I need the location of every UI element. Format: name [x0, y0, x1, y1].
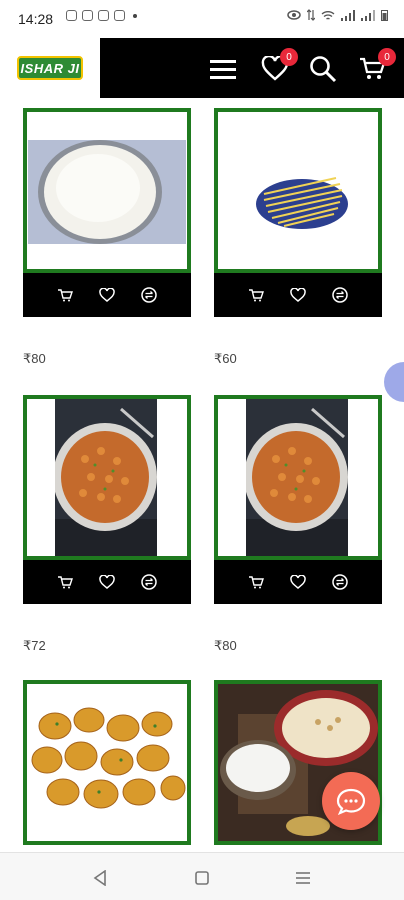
- roasted-potatoes-image: [31, 707, 186, 809]
- add-to-wishlist-button[interactable]: [98, 573, 116, 591]
- compare-icon: [141, 574, 157, 590]
- compare-icon: [332, 287, 348, 303]
- instagram-icon: [82, 10, 93, 21]
- add-to-cart-icon: [58, 576, 73, 589]
- product-image-frame[interactable]: [214, 108, 382, 273]
- product-price: ₹72: [23, 638, 46, 653]
- menu-button[interactable]: [206, 52, 240, 86]
- product-image-frame[interactable]: [23, 395, 191, 560]
- more-dot-icon: [133, 13, 137, 18]
- compare-button[interactable]: [331, 573, 349, 591]
- product-actions: [214, 560, 382, 604]
- add-to-cart-button[interactable]: [56, 286, 74, 304]
- signal-icon: [361, 9, 375, 21]
- product-image-frame[interactable]: [23, 108, 191, 273]
- wishlist-button[interactable]: 0: [258, 48, 298, 86]
- status-bar: 14:28: [0, 0, 404, 38]
- product-price: ₹60: [214, 351, 237, 366]
- compare-icon: [332, 574, 348, 590]
- product-image[interactable]: [27, 698, 187, 818]
- rice-bowl-image: [38, 140, 162, 244]
- eye-icon: [287, 10, 301, 20]
- side-floating-tab[interactable]: [384, 362, 404, 402]
- signal-icon: [341, 9, 355, 21]
- recents-icon: [296, 872, 310, 884]
- recents-button[interactable]: [292, 867, 314, 889]
- instagram-icon: [98, 10, 109, 21]
- pasta-pan-image: [246, 399, 348, 556]
- status-indicators: [287, 9, 388, 21]
- add-to-wishlist-button[interactable]: [289, 573, 307, 591]
- chat-button[interactable]: [322, 772, 380, 830]
- search-icon: [310, 56, 337, 83]
- add-to-cart-icon: [249, 289, 264, 302]
- product-price: ₹80: [214, 638, 237, 653]
- app-screen: 14:28 ISHAR JI 0 0 ₹80 ₹60 ₹72 ₹80: [0, 0, 404, 900]
- back-button[interactable]: [89, 867, 111, 889]
- add-to-cart-icon: [249, 576, 264, 589]
- pasta-pan-image: [55, 399, 157, 556]
- product-image[interactable]: [28, 140, 186, 244]
- wifi-icon: [321, 10, 335, 20]
- wishlist-icon: [99, 575, 115, 589]
- notification-icon: [66, 10, 77, 21]
- add-to-cart-button[interactable]: [56, 573, 74, 591]
- home-button[interactable]: [191, 867, 213, 889]
- cart-button[interactable]: 0: [356, 48, 396, 86]
- data-arrows-icon: [307, 9, 315, 21]
- cart-count-badge: 0: [378, 48, 396, 66]
- product-actions: [214, 273, 382, 317]
- product-image[interactable]: [246, 399, 348, 556]
- compare-button[interactable]: [140, 573, 158, 591]
- product-actions: [23, 273, 191, 317]
- wishlist-icon: [99, 288, 115, 302]
- product-price: ₹80: [23, 351, 46, 366]
- compare-button[interactable]: [331, 286, 349, 304]
- product-actions: [23, 560, 191, 604]
- search-button[interactable]: [306, 52, 340, 86]
- product-image[interactable]: [218, 112, 378, 269]
- battery-icon: [381, 10, 388, 21]
- back-icon: [93, 870, 106, 886]
- home-square-icon: [195, 871, 209, 885]
- product-image-frame[interactable]: [23, 680, 191, 845]
- logo-container[interactable]: ISHAR JI: [0, 38, 100, 98]
- chat-icon: [336, 788, 366, 815]
- noodles-plate-image: [256, 177, 348, 229]
- add-to-cart-icon: [58, 289, 73, 302]
- notification-icons: [66, 10, 137, 21]
- add-to-wishlist-button[interactable]: [289, 286, 307, 304]
- site-header: ISHAR JI 0 0: [0, 38, 404, 98]
- youtube-icon: [114, 10, 125, 21]
- system-nav-bar: [0, 852, 404, 900]
- add-to-wishlist-button[interactable]: [98, 286, 116, 304]
- menu-icon: [210, 60, 236, 79]
- product-image[interactable]: [55, 399, 157, 556]
- site-logo[interactable]: ISHAR JI: [17, 56, 83, 80]
- wishlist-icon: [290, 288, 306, 302]
- product-image-frame[interactable]: [214, 395, 382, 560]
- compare-button[interactable]: [140, 286, 158, 304]
- wishlist-icon: [290, 575, 306, 589]
- compare-icon: [141, 287, 157, 303]
- status-time: 14:28: [18, 11, 54, 27]
- wishlist-count-badge: 0: [280, 48, 298, 66]
- add-to-cart-button[interactable]: [247, 573, 265, 591]
- add-to-cart-button[interactable]: [247, 286, 265, 304]
